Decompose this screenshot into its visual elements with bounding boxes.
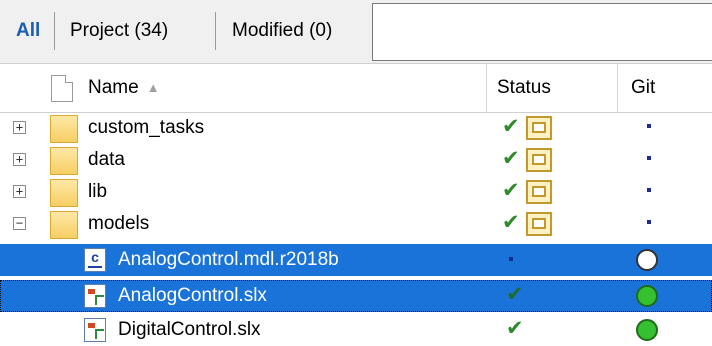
tree-row-digitalcontrol-slx[interactable]: DigitalControl.slx ✔	[0, 314, 712, 346]
filter-input[interactable]	[372, 3, 712, 61]
simulink-file-icon	[84, 284, 106, 308]
git-dot-icon	[647, 188, 651, 192]
row-name: lib	[88, 181, 108, 202]
tree-row-custom-tasks[interactable]: + custom_tasks ✔	[0, 112, 712, 144]
expand-icon[interactable]: +	[13, 185, 26, 198]
tree-row-models[interactable]: − models ✔	[0, 208, 712, 240]
project-folder-status-icon	[526, 116, 552, 140]
folder-icon	[50, 147, 78, 175]
git-dot-icon	[647, 220, 651, 224]
check-icon: ✔	[506, 317, 524, 340]
folder-icon	[50, 179, 78, 207]
name-column-label: Name	[88, 77, 139, 99]
row-name: data	[88, 149, 125, 170]
tab-modified[interactable]: Modified (0)	[232, 18, 332, 44]
tab-project[interactable]: Project (34)	[70, 18, 168, 44]
project-folder-status-icon	[526, 212, 552, 236]
project-folder-status-icon	[526, 148, 552, 172]
row-name: AnalogControl.slx	[118, 285, 267, 306]
column-divider[interactable]	[486, 64, 487, 112]
folder-icon	[50, 115, 78, 143]
file-type-icon	[51, 75, 73, 102]
row-name: models	[88, 213, 150, 234]
collapse-icon[interactable]: −	[13, 217, 26, 230]
check-icon: ✔	[506, 283, 524, 306]
git-dot-icon	[647, 124, 651, 128]
check-icon: ✔	[502, 179, 520, 202]
status-column-header[interactable]: Status	[497, 75, 551, 101]
folder-icon	[50, 211, 78, 239]
check-icon: ✔	[502, 211, 520, 234]
check-icon: ✔	[502, 147, 520, 170]
expand-icon[interactable]: +	[13, 153, 26, 166]
row-name: DigitalControl.slx	[118, 319, 261, 340]
name-column-header[interactable]: Name ▲	[88, 75, 160, 101]
tree-row-lib[interactable]: + lib ✔	[0, 176, 712, 208]
model-file-icon: c	[84, 248, 106, 272]
git-column-header[interactable]: Git	[631, 75, 655, 101]
row-name: AnalogControl.mdl.r2018b	[118, 249, 339, 270]
column-divider[interactable]	[617, 64, 618, 112]
sort-ascending-icon: ▲	[146, 80, 160, 95]
tree-row-data[interactable]: + data ✔	[0, 144, 712, 176]
git-ok-circle-icon	[636, 319, 658, 341]
expand-icon[interactable]: +	[13, 121, 26, 134]
project-folder-status-icon	[526, 180, 552, 204]
tab-separator	[54, 12, 55, 50]
git-unmodified-circle-icon	[636, 249, 658, 271]
git-dot-icon	[647, 156, 651, 160]
tab-separator	[215, 12, 216, 50]
tree-row-analogcontrol-slx[interactable]: AnalogControl.slx ✔	[0, 280, 712, 312]
status-dot-icon	[509, 257, 513, 261]
check-icon: ✔	[502, 115, 520, 138]
git-ok-circle-icon	[636, 285, 658, 307]
filter-tab-bar: All Project (34) Modified (0)	[0, 0, 712, 64]
tab-all[interactable]: All	[16, 18, 40, 44]
tree-row-analogcontrol-mdl[interactable]: c AnalogControl.mdl.r2018b	[0, 244, 712, 276]
simulink-file-icon	[84, 318, 106, 342]
file-list-header: Name ▲ Status Git	[0, 64, 712, 113]
row-name: custom_tasks	[88, 117, 205, 138]
